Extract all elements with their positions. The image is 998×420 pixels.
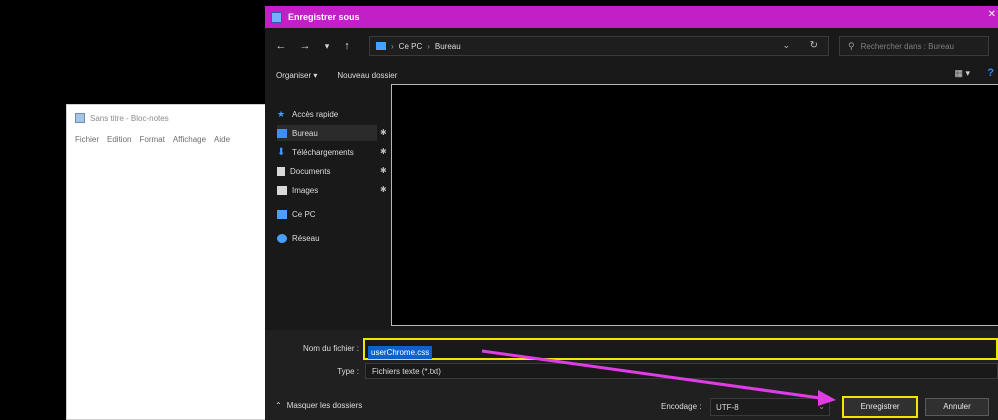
filename-value[interactable]: userChrome.css	[368, 346, 433, 359]
notepad-icon	[75, 113, 85, 123]
sidebar-item-label: Images	[292, 185, 319, 195]
search-box[interactable]: ⚲	[839, 36, 989, 56]
sidebar-item-label: Téléchargements	[292, 147, 354, 157]
sidebar-item-label: Accès rapide	[292, 109, 339, 119]
refresh-icon[interactable]: ↻	[810, 40, 818, 51]
sidebar-item-reseau[interactable]: Réseau	[277, 230, 320, 246]
notepad-menu-bar: Fichier Edition Format Affichage Aide	[75, 135, 230, 144]
encoding-label: Encodage :	[661, 402, 702, 411]
star-icon: ★	[277, 108, 286, 119]
hide-folders-label: Masquer les dossiers	[286, 401, 363, 410]
sidebar-item-acces-rapide[interactable]: ★ Accès rapide	[277, 106, 338, 122]
close-icon[interactable]: ✕	[988, 9, 996, 20]
computer-icon	[277, 209, 287, 219]
file-type-label: Type :	[337, 367, 359, 376]
chevron-right-icon: ›	[391, 41, 394, 51]
sidebar-item-images[interactable]: Images	[277, 182, 318, 198]
document-icon	[277, 166, 285, 176]
dialog-title: Enregistrer sous	[288, 12, 360, 22]
dialog-footer: ⌃ Masquer les dossiers Encodage : UTF-8 …	[265, 396, 998, 420]
encoding-select[interactable]: UTF-8 ⌄	[710, 398, 830, 416]
notepad-window: Sans titre - Bloc-notes Fichier Edition …	[66, 104, 276, 420]
notepad-menu-edition[interactable]: Edition	[107, 135, 131, 144]
pin-icon[interactable]: ✱	[380, 147, 387, 156]
sidebar-item-ce-pc[interactable]: Ce PC	[277, 206, 316, 222]
new-folder-button[interactable]: Nouveau dossier	[337, 71, 397, 80]
download-icon: ⬇	[277, 146, 286, 158]
sidebar-item-label: Réseau	[292, 233, 320, 243]
save-button[interactable]: Enregistrer	[842, 396, 918, 418]
filename-field[interactable]: userChrome.css	[363, 338, 998, 360]
screen: Sans titre - Bloc-notes Fichier Edition …	[0, 0, 998, 420]
cancel-button[interactable]: Annuler	[925, 398, 989, 416]
recent-locations-icon[interactable]: ▾	[319, 41, 335, 52]
image-icon	[277, 185, 287, 195]
breadcrumb-bureau[interactable]: Bureau	[435, 42, 461, 51]
command-bar: Organiser ▾ Nouveau dossier ▦ ▾ ?	[265, 64, 998, 86]
desktop-icon	[277, 128, 287, 138]
computer-icon	[376, 42, 386, 50]
sidebar-item-label: Ce PC	[292, 209, 316, 219]
search-icon: ⚲	[848, 40, 855, 51]
save-as-dialog: Enregistrer sous ✕ ← → ▾ ↑ › Ce PC › Bur…	[265, 6, 998, 420]
navigation-pane: ★ Accès rapide Bureau ⬇ Téléchargements …	[265, 94, 389, 324]
notepad-title-bar: Sans titre - Bloc-notes	[75, 113, 169, 123]
sidebar-item-bureau[interactable]: Bureau	[277, 125, 377, 141]
organize-button[interactable]: Organiser ▾	[276, 71, 317, 80]
navigation-bar: ← → ▾ ↑ › Ce PC › Bureau ⌄ ↻ ⚲	[265, 34, 998, 58]
pin-icon[interactable]: ✱	[380, 128, 387, 137]
sidebar-item-label: Bureau	[292, 128, 318, 138]
encoding-value: UTF-8	[716, 403, 739, 412]
help-icon[interactable]: ?	[987, 67, 994, 79]
dialog-title-bar[interactable]: Enregistrer sous ✕	[265, 6, 998, 28]
pin-icon[interactable]: ✱	[380, 166, 387, 175]
file-type-select[interactable]: Fichiers texte (*.txt)	[365, 363, 998, 379]
hide-folders-toggle[interactable]: ⌃ Masquer les dossiers	[275, 401, 362, 410]
file-list-area[interactable]	[391, 84, 998, 326]
search-input[interactable]	[860, 41, 981, 51]
notepad-menu-affichage[interactable]: Affichage	[173, 135, 206, 144]
network-icon	[277, 233, 287, 243]
up-arrow-icon[interactable]: ↑	[339, 40, 355, 52]
chevron-right-icon: ›	[427, 41, 430, 51]
forward-arrow-icon[interactable]: →	[297, 40, 313, 52]
sidebar-item-documents[interactable]: Documents	[277, 163, 330, 179]
sidebar-item-label: Documents	[290, 166, 331, 176]
pin-icon[interactable]: ✱	[380, 185, 387, 194]
chevron-down-icon: ⌄	[818, 402, 825, 411]
chevron-up-icon: ⌃	[275, 401, 282, 410]
notepad-menu-aide[interactable]: Aide	[214, 135, 230, 144]
filename-label: Nom du fichier :	[302, 344, 359, 353]
breadcrumb-ce-pc[interactable]: Ce PC	[399, 42, 423, 51]
notepad-app-icon	[271, 11, 282, 23]
address-bar[interactable]: › Ce PC › Bureau ⌄ ↻	[369, 36, 829, 56]
back-arrow-icon[interactable]: ←	[273, 40, 289, 52]
notepad-menu-format[interactable]: Format	[139, 135, 164, 144]
chevron-down-icon[interactable]: ⌄	[782, 40, 790, 51]
notepad-title: Sans titre - Bloc-notes	[90, 113, 169, 123]
sidebar-item-telechargements[interactable]: ⬇ Téléchargements	[277, 144, 354, 160]
notepad-menu-fichier[interactable]: Fichier	[75, 135, 99, 144]
view-options-icon[interactable]: ▦ ▾	[954, 68, 970, 79]
